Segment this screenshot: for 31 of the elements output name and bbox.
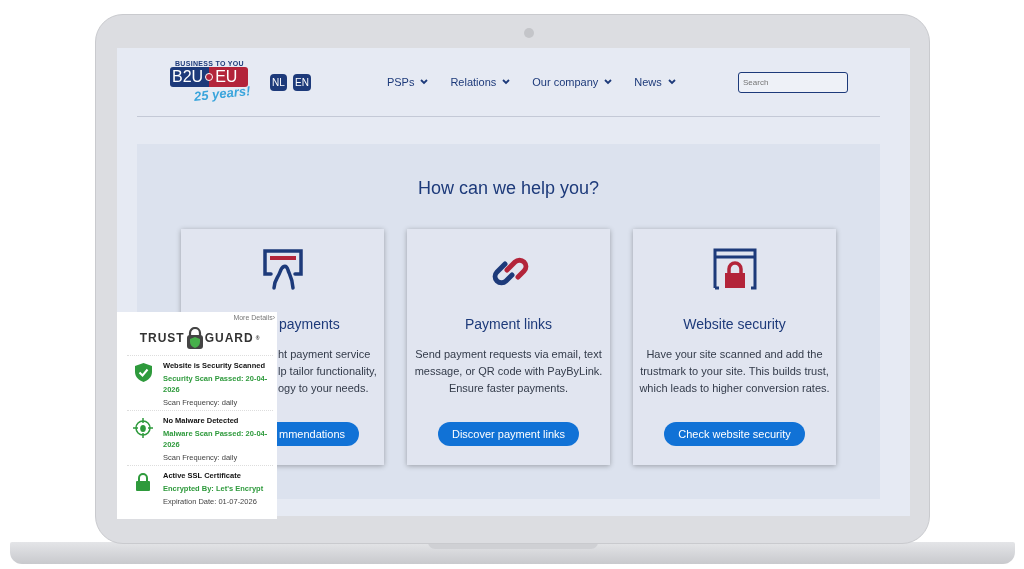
chevron-down-icon xyxy=(604,79,613,85)
nav-item[interactable]: News xyxy=(634,76,676,88)
chevron-down-icon xyxy=(420,79,429,85)
card-description: Have your site scanned and add the trustmark to your site. This builds trust, which leads to higher conversion rates. xyxy=(639,347,830,396)
camera-icon xyxy=(524,28,534,38)
language-button[interactable]: NL xyxy=(270,73,287,91)
shield-check-icon xyxy=(134,363,152,382)
card-button[interactable]: Check website security xyxy=(664,422,805,446)
bug-target-icon xyxy=(133,418,153,438)
card-description: ht payment service lp tailor functionality, ogy to your needs. xyxy=(278,347,377,396)
card-button[interactable]: mmendations xyxy=(276,422,360,446)
shield-lock-icon xyxy=(186,327,203,349)
card-title: payments xyxy=(279,316,340,332)
nav-item[interactable]: Relations xyxy=(450,76,511,88)
search-field[interactable]: Search xyxy=(738,71,848,93)
brand-name: TRUST xyxy=(139,331,185,345)
section-heading: How can we help you? xyxy=(417,178,600,199)
language-button[interactable]: EN xyxy=(293,73,311,91)
chevron-down-icon xyxy=(502,79,511,85)
card-title: Website security xyxy=(683,316,786,332)
card-description: Send payment requests via email, text message, or QR code with PayByLink. Ensure faster payments. xyxy=(414,347,603,396)
browser-lock-icon xyxy=(712,248,757,290)
brand-name: GUARD xyxy=(204,331,254,345)
nav-item[interactable]: Our company xyxy=(532,76,613,88)
logo[interactable]: B2U EU xyxy=(170,67,248,87)
card-button[interactable]: Discover payment links xyxy=(437,422,580,446)
padlock-icon xyxy=(136,473,150,491)
nav-item[interactable]: PSPs xyxy=(386,76,429,88)
card-title: Payment links xyxy=(464,316,553,332)
card-hand-icon xyxy=(260,248,305,290)
chevron-down-icon xyxy=(667,79,676,85)
